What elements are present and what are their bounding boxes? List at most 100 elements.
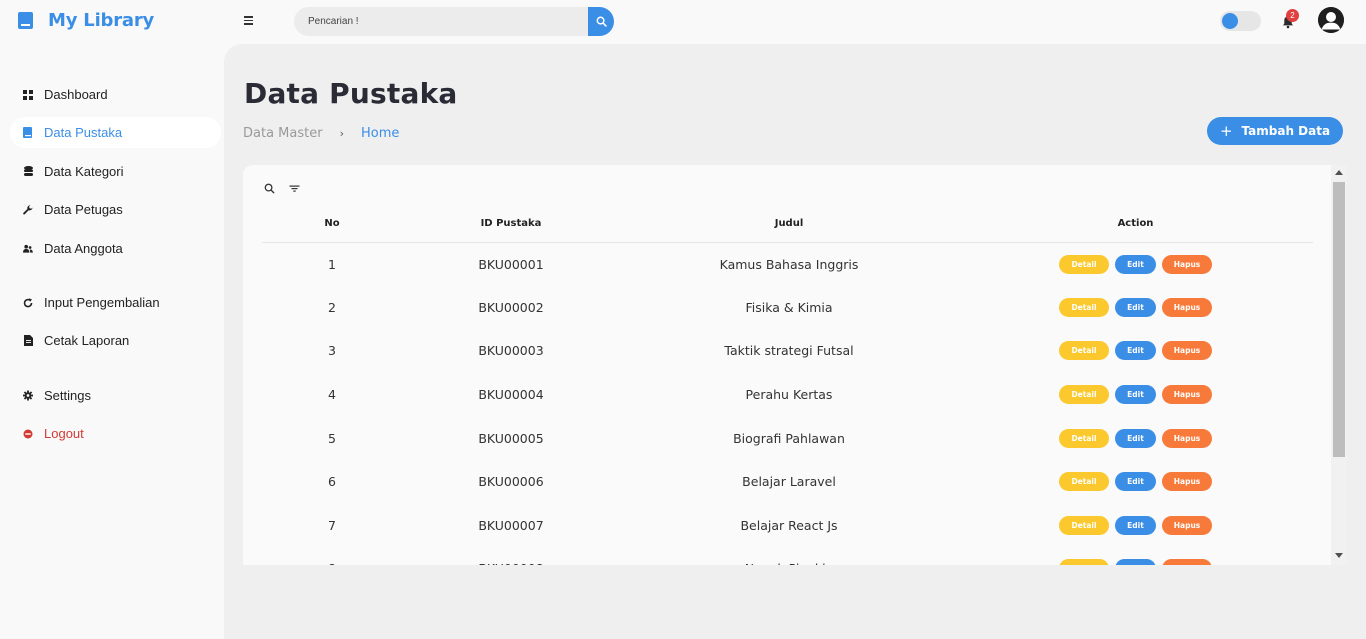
- cell-judul: Nenek Pinokio: [620, 547, 958, 565]
- cell-id: BKU00001: [478, 256, 544, 272]
- edit-button[interactable]: Edit: [1115, 385, 1156, 405]
- user-avatar[interactable]: [1318, 7, 1344, 33]
- detail-button[interactable]: Detail: [1059, 515, 1109, 535]
- cell-action: Detail Edit Hapus: [958, 286, 1313, 330]
- app-logo[interactable]: My Library: [18, 10, 154, 31]
- chevron-right-icon: ›: [339, 127, 344, 140]
- sidebar-item-data-kategori[interactable]: Data Kategori: [10, 156, 221, 187]
- theme-toggle[interactable]: [1220, 11, 1261, 31]
- scroll-up-icon[interactable]: [1335, 170, 1343, 175]
- cell-judul: Belajar React Js: [740, 517, 838, 533]
- file-icon: [23, 335, 33, 346]
- edit-button[interactable]: Edit: [1115, 254, 1156, 274]
- top-bar: My Library 2: [0, 0, 1366, 44]
- delete-button[interactable]: Hapus: [1162, 297, 1212, 317]
- sidebar-item-dashboard[interactable]: Dashboard: [10, 79, 221, 110]
- menu-toggle-button[interactable]: [244, 14, 256, 28]
- edit-button[interactable]: Edit: [1115, 472, 1156, 492]
- cell-action: Detail Edit Hapus: [958, 504, 1313, 548]
- search-icon: [264, 183, 274, 193]
- sidebar-item-data-petugas[interactable]: Data Petugas: [10, 194, 221, 225]
- table-scrollbar[interactable]: [1331, 165, 1347, 565]
- delete-button[interactable]: Hapus: [1162, 559, 1212, 565]
- breadcrumb-item[interactable]: Data Master: [243, 126, 323, 141]
- search-icon: [596, 16, 607, 27]
- sidebar-item-input-pengembalian[interactable]: Input Pengembalian: [10, 287, 221, 318]
- sidebar-item-label: Cetak Laporan: [44, 333, 130, 348]
- sidebar-item-label: Data Anggota: [44, 241, 123, 256]
- edit-button[interactable]: Edit: [1115, 297, 1156, 317]
- column-header-judul[interactable]: Judul: [620, 205, 958, 243]
- delete-button[interactable]: Hapus: [1162, 341, 1212, 361]
- toggle-knob: [1222, 13, 1238, 29]
- detail-button[interactable]: Detail: [1059, 385, 1109, 405]
- edit-button[interactable]: Edit: [1115, 559, 1156, 565]
- column-header-no[interactable]: No: [262, 205, 402, 243]
- breadcrumb-current[interactable]: Home: [361, 126, 399, 141]
- sidebar: Dashboard Data Pustaka Data Kategori Dat…: [0, 44, 224, 639]
- cell-judul: Perahu Kertas: [745, 387, 833, 403]
- column-header-action: Action: [958, 205, 1313, 243]
- sidebar-item-settings[interactable]: Settings: [10, 380, 221, 411]
- delete-button[interactable]: Hapus: [1162, 472, 1212, 492]
- refresh-icon: [23, 297, 33, 308]
- cell-id: BKU00006: [478, 474, 544, 490]
- sidebar-item-cetak-laporan[interactable]: Cetak Laporan: [10, 325, 221, 356]
- users-icon: [23, 244, 33, 254]
- detail-button[interactable]: Detail: [1059, 297, 1109, 317]
- column-header-id-pustaka[interactable]: ID Pustaka: [402, 205, 620, 243]
- cell-no: 1: [328, 256, 336, 272]
- sidebar-item-data-anggota[interactable]: Data Anggota: [10, 233, 221, 264]
- search-input[interactable]: [294, 7, 588, 36]
- scroll-down-icon[interactable]: [1335, 553, 1343, 558]
- edit-button[interactable]: Edit: [1115, 428, 1156, 448]
- delete-button[interactable]: Hapus: [1162, 385, 1212, 405]
- gear-icon: [23, 390, 33, 401]
- scrollbar-thumb[interactable]: [1333, 182, 1345, 457]
- main-content: Data Pustaka Data Master › Home + Tambah…: [224, 44, 1366, 639]
- book-icon: [23, 127, 33, 138]
- sidebar-item-data-pustaka[interactable]: Data Pustaka: [10, 117, 221, 148]
- filter-icon: [289, 185, 299, 192]
- hamburger-icon: [244, 16, 253, 18]
- book-icon: [18, 12, 33, 29]
- add-data-label: Tambah Data: [1241, 124, 1331, 138]
- detail-button[interactable]: Detail: [1059, 472, 1109, 492]
- cell-no: 7: [328, 517, 336, 533]
- search-button[interactable]: [588, 7, 614, 36]
- table-search-button[interactable]: [263, 182, 275, 194]
- table-row: 5 BKU00005 Biografi Pahlawan Detail Edit…: [262, 416, 1313, 460]
- edit-button[interactable]: Edit: [1115, 341, 1156, 361]
- sidebar-item-label: Settings: [44, 388, 91, 403]
- cell-id: BKU00003: [478, 343, 544, 359]
- cell-action: Detail Edit Hapus: [958, 329, 1313, 373]
- table-row: 7 BKU00007 Belajar React Js Detail Edit …: [262, 504, 1313, 548]
- logout-icon: [23, 429, 33, 439]
- sidebar-item-logout[interactable]: Logout: [10, 418, 221, 449]
- detail-button[interactable]: Detail: [1059, 559, 1109, 565]
- table-filter-button[interactable]: [288, 182, 300, 194]
- add-data-button[interactable]: + Tambah Data: [1207, 117, 1343, 145]
- pustaka-table: No ID Pustaka Judul Action 1 BKU00001 Ka…: [262, 205, 1313, 565]
- cell-judul: Kamus Bahasa Inggris: [719, 256, 859, 272]
- cell-action: Detail Edit Hapus: [958, 416, 1313, 460]
- search-bar: [294, 7, 614, 36]
- cell-id: BKU00005: [478, 430, 544, 446]
- breadcrumb: Data Master › Home: [243, 126, 399, 141]
- table-toolbar: [263, 182, 313, 194]
- page-title: Data Pustaka: [244, 77, 458, 110]
- delete-button[interactable]: Hapus: [1162, 254, 1212, 274]
- table-row: 6 BKU00006 Belajar Laravel Detail Edit H…: [262, 460, 1313, 504]
- app-title: My Library: [48, 10, 155, 31]
- detail-button[interactable]: Detail: [1059, 341, 1109, 361]
- cell-no: 4: [328, 387, 336, 403]
- delete-button[interactable]: Hapus: [1162, 515, 1212, 535]
- detail-button[interactable]: Detail: [1059, 254, 1109, 274]
- table-row: 4 BKU00004 Perahu Kertas Detail Edit Hap…: [262, 373, 1313, 417]
- delete-button[interactable]: Hapus: [1162, 428, 1212, 448]
- cell-action: Detail Edit Hapus: [958, 460, 1313, 504]
- edit-button[interactable]: Edit: [1115, 515, 1156, 535]
- cell-id: BKU00007: [478, 517, 544, 533]
- detail-button[interactable]: Detail: [1059, 428, 1109, 448]
- sidebar-item-label: Input Pengembalian: [44, 295, 160, 310]
